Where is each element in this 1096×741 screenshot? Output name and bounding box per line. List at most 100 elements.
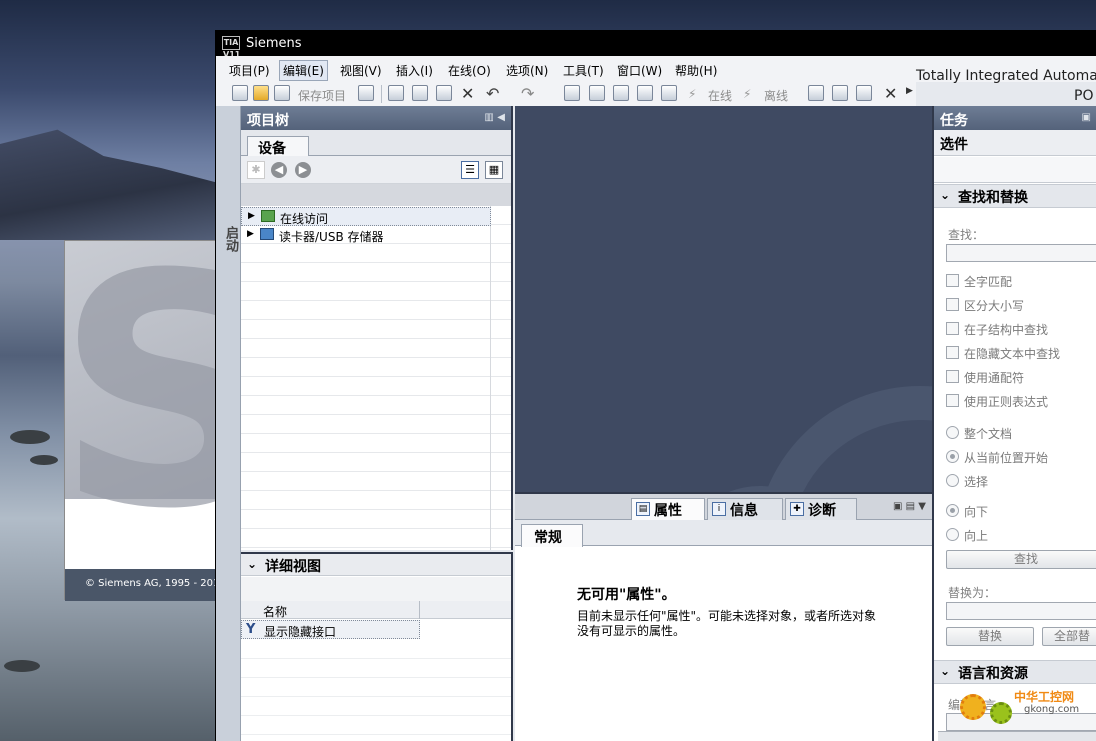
menu-options[interactable]: 选项(N) [503, 62, 551, 79]
forward-icon[interactable]: ▶ [295, 162, 311, 178]
find-input[interactable] [946, 244, 1096, 262]
upload-icon[interactable] [613, 85, 629, 101]
split-vertical-icon[interactable] [856, 85, 872, 101]
tab-general[interactable]: 常规 [521, 524, 583, 547]
replace-all-button[interactable]: 全部替 [1042, 627, 1096, 646]
toolbar-separator [381, 85, 382, 103]
find-button[interactable]: 查找 [946, 550, 1096, 569]
gear-logo-icon [960, 694, 986, 720]
download-icon[interactable] [589, 85, 605, 101]
project-tree-list: ▶ 在线访问 ▶ 读卡器/USB 存储器 [241, 206, 511, 550]
detail-view-title: 详细视图 [265, 559, 321, 575]
checkbox-match-case[interactable] [946, 298, 959, 311]
go-offline-button[interactable]: 离线 [764, 87, 788, 104]
checkbox-hidden-text[interactable] [946, 346, 959, 359]
rt-icon[interactable] [661, 85, 677, 101]
tab-info[interactable]: i 信息 [707, 498, 783, 520]
tab-diagnostics[interactable]: ✚ 诊断 [785, 498, 857, 520]
compile-icon[interactable] [564, 85, 580, 101]
checkbox-label: 区分大小写 [964, 299, 1025, 313]
radio-whole-document[interactable] [946, 426, 959, 439]
tab-properties[interactable]: ▤ 属性 [631, 498, 705, 520]
checkbox-label: 在子结构中查找 [964, 323, 1049, 337]
overview-icon[interactable]: ☰ [461, 161, 479, 179]
menu-edit[interactable]: 编辑(E) [279, 60, 328, 81]
tree-item-label: 在线访问 [280, 212, 329, 226]
go-offline-icon[interactable]: ⚡ [743, 87, 751, 101]
tasks-title: 任务 [940, 113, 968, 129]
chevron-down-icon[interactable]: ⌄ [940, 664, 950, 678]
menu-insert[interactable]: 插入(I) [393, 62, 436, 79]
radio-label: 向上 [964, 529, 989, 543]
tab-label: 属性 [654, 503, 682, 519]
cut-icon[interactable] [388, 85, 404, 101]
go-online-icon[interactable]: ⚡ [688, 87, 696, 101]
new-project-icon[interactable] [232, 85, 248, 101]
radio-up[interactable] [946, 528, 959, 541]
brand-title: Totally Integrated Automati [916, 68, 1096, 84]
redo-icon[interactable]: ↷ [521, 84, 534, 103]
work-area [515, 106, 932, 492]
chevron-down-icon[interactable]: ⌄ [247, 557, 257, 571]
checkbox-whole-word[interactable] [946, 274, 959, 287]
add-new-icon[interactable]: ✱ [247, 161, 265, 179]
copy-icon[interactable] [412, 85, 428, 101]
tree-item-card-reader[interactable]: ▶ 读卡器/USB 存储器 [241, 226, 491, 245]
tab-devices[interactable]: 设备 [247, 136, 309, 157]
checkbox-label: 使用正则表达式 [964, 395, 1049, 409]
split-horizontal-icon[interactable] [832, 85, 848, 101]
paste-icon[interactable] [436, 85, 452, 101]
start-tab[interactable]: 启动 [221, 226, 240, 252]
project-tree-tabs: 设备 [241, 130, 511, 157]
open-project-icon[interactable] [253, 85, 269, 101]
menu-tools[interactable]: 工具(T) [560, 62, 607, 79]
float-panel-icon[interactable]: ▣ [1082, 112, 1091, 123]
collapse-panel-icon[interactable]: ▥ ◀ [484, 112, 505, 123]
tree-item-online-access[interactable]: ▶ 在线访问 [241, 207, 491, 226]
menu-online[interactable]: 在线(O) [445, 62, 494, 79]
toolbar: 保存项目 ✕ ↶ ↷ ⚡ 在线 ⚡ 离线 ✕ ▶ [216, 82, 916, 106]
menu-window[interactable]: 窗口(W) [614, 62, 665, 79]
detail-row[interactable]: Y 显示隐藏接口 [241, 620, 420, 639]
radio-label: 选择 [964, 475, 989, 489]
table-view-icon[interactable]: ▦ [485, 161, 503, 179]
radio-from-current[interactable] [946, 450, 959, 463]
detail-view-header[interactable]: ⌄ 详细视图 [241, 554, 511, 576]
menu-project[interactable]: 项目(P) [226, 62, 273, 79]
menu-help[interactable]: 帮助(H) [672, 62, 720, 79]
project-tree-toolbar: ✱ ◀ ▶ ☰ ▦ [241, 156, 511, 184]
replace-button[interactable]: 替换 [946, 627, 1034, 646]
close-editor-icon[interactable]: ✕ [884, 84, 897, 103]
languages-resources-section[interactable]: ⌄ 语言和资源 [934, 660, 1096, 684]
tab-label: 信息 [730, 503, 758, 519]
expand-arrow-icon[interactable]: ▶ [247, 229, 254, 239]
column-name-label[interactable]: 名称 [263, 603, 287, 620]
radio-selection[interactable] [946, 474, 959, 487]
chevron-down-icon[interactable]: ⌄ [940, 188, 950, 202]
checkbox-regex[interactable] [946, 394, 959, 407]
expand-arrow-icon[interactable]: ▶ [248, 211, 255, 221]
portal-view-sidebar: 启动 [216, 106, 241, 741]
accessible-devices-icon[interactable] [808, 85, 824, 101]
save-project-button[interactable]: 保存项目 [298, 87, 346, 104]
save-icon[interactable] [274, 85, 290, 101]
checkbox-substructures[interactable] [946, 322, 959, 335]
back-icon[interactable]: ◀ [271, 162, 287, 178]
replace-input[interactable] [946, 602, 1096, 620]
go-online-button[interactable]: 在线 [708, 87, 732, 104]
start-simulation-icon[interactable] [637, 85, 653, 101]
radio-label: 从当前位置开始 [964, 451, 1049, 465]
toolbar-overflow-icon[interactable]: ▶ [906, 86, 913, 96]
find-replace-section[interactable]: ⌄ 查找和替换 [934, 184, 1096, 208]
print-icon[interactable] [358, 85, 374, 101]
delete-icon[interactable]: ✕ [461, 84, 474, 103]
checkbox-wildcards[interactable] [946, 370, 959, 383]
window-buttons-icon[interactable]: ▣ ▤ ▼ [893, 501, 926, 512]
undo-icon[interactable]: ↶ [486, 84, 499, 103]
menu-view[interactable]: 视图(V) [337, 62, 385, 79]
horizontal-scrollbar[interactable] [938, 731, 1096, 741]
watermark-url: gkong.com [1024, 704, 1080, 715]
checkbox-label: 全字匹配 [964, 275, 1013, 289]
radio-down[interactable] [946, 504, 959, 517]
diagnostics-icon: ✚ [790, 502, 804, 516]
